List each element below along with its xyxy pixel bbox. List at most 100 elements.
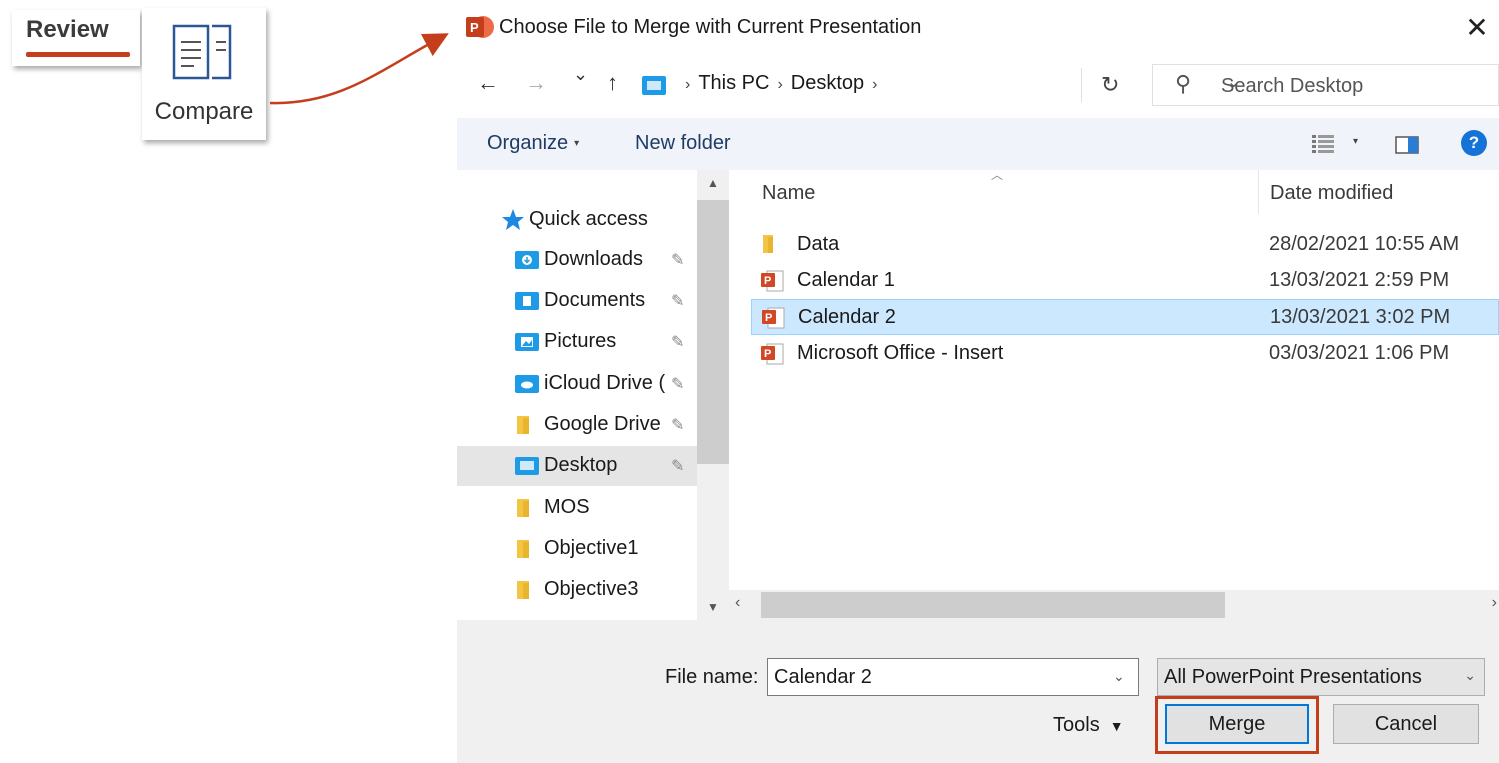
refresh-icon[interactable]: ↻ [1101, 72, 1119, 98]
forward-icon[interactable]: → [525, 70, 547, 96]
desktop-folder-icon [515, 457, 539, 475]
file-row-data[interactable]: Data 28/02/2021 10:55 AM [751, 227, 1499, 263]
back-icon[interactable]: ← [477, 70, 499, 96]
divider [1081, 68, 1082, 102]
nav-item-label: Quick access [529, 208, 648, 230]
scroll-left-icon[interactable]: ‹ [735, 594, 740, 612]
nav-item-label: Objective1 [544, 537, 639, 559]
file-row-microsoft-office-insert[interactable]: P Microsoft Office - Insert 03/03/2021 1… [751, 336, 1499, 372]
file-name: Microsoft Office - Insert [797, 342, 1004, 364]
column-headers: ︿ Name Date modified [729, 168, 1499, 218]
star-icon [502, 209, 524, 230]
compare-icon [172, 24, 232, 80]
nav-item-label: Documents [544, 289, 646, 311]
file-date: 03/03/2021 1:06 PM [1269, 342, 1450, 364]
breadcrumb-desktop[interactable]: Desktop [791, 72, 864, 94]
cancel-button[interactable]: Cancel [1333, 704, 1479, 744]
search-box[interactable]: ⚲ Search Desktop [1152, 64, 1499, 106]
desktop-folder-icon [642, 76, 666, 95]
file-list-horizontal-scrollbar[interactable]: ‹ › [729, 590, 1499, 620]
pin-icon[interactable]: ✎ [671, 415, 684, 435]
organize-menu[interactable]: Organize ▾ [487, 132, 579, 155]
folder-icon [517, 416, 529, 434]
nav-item-label: iCloud Drive ( [544, 372, 666, 394]
recent-locations-icon[interactable]: ⌄ [573, 64, 588, 85]
tools-menu[interactable]: Tools ▼ [1053, 714, 1124, 737]
nav-item-icloud-drive[interactable]: iCloud Drive ( ✎ [457, 364, 697, 404]
nav-item-objective3[interactable]: Objective3 [457, 570, 697, 610]
pin-icon[interactable]: ✎ [671, 250, 684, 270]
nav-item-label: MOS [544, 496, 590, 518]
dialog-footer: File name: ⌄ All PowerPoint Presentation… [457, 620, 1499, 763]
nav-item-label: Google Drive [544, 413, 661, 435]
chevron-down-icon: ⌄ [1464, 667, 1476, 683]
scrollbar-thumb[interactable] [697, 200, 729, 464]
file-name: Data [797, 233, 840, 255]
tools-label: Tools [1053, 714, 1100, 736]
powerpoint-file-icon: P [761, 343, 784, 365]
dialog-title: Choose File to Merge with Current Presen… [499, 16, 922, 38]
column-divider[interactable] [1258, 170, 1259, 214]
preview-pane-icon[interactable] [1395, 136, 1419, 154]
new-folder-button[interactable]: New folder [635, 132, 731, 155]
caret-down-icon: ▼ [1109, 718, 1124, 734]
nav-item-desktop[interactable]: Desktop ✎ [457, 446, 697, 486]
pin-icon[interactable]: ✎ [671, 332, 684, 352]
up-icon[interactable]: ↑ [607, 70, 618, 96]
command-bar: Organize ▾ New folder ▾ ? [457, 118, 1499, 170]
review-tab[interactable]: Review [12, 10, 140, 66]
breadcrumb-separator: › [872, 76, 878, 93]
pin-icon[interactable]: ✎ [671, 456, 684, 476]
svg-text:P: P [470, 20, 479, 35]
file-type-select[interactable]: All PowerPoint Presentations ⌄ [1157, 658, 1485, 696]
nav-item-google-drive[interactable]: Google Drive ✎ [457, 405, 697, 445]
nav-item-label: Pictures [544, 330, 617, 352]
icloud-folder-icon [515, 375, 539, 393]
scroll-down-icon[interactable]: ▼ [697, 600, 729, 614]
change-view-icon[interactable] [1312, 134, 1334, 154]
file-row-calendar-2[interactable]: P Calendar 2 13/03/2021 3:02 PM [751, 299, 1499, 335]
title-bar: P Choose File to Merge with Current Pres… [457, 0, 1499, 56]
nav-item-pictures[interactable]: Pictures ✎ [457, 322, 697, 362]
file-name-dropdown-icon[interactable]: ⌄ [1113, 668, 1125, 685]
breadcrumb-this-pc[interactable]: This PC [698, 72, 769, 94]
breadcrumb-separator: › [777, 76, 783, 93]
address-bar[interactable]: › This PC › Desktop › ⌄ [637, 66, 1240, 104]
svg-text:P: P [765, 312, 772, 324]
help-icon[interactable]: ? [1461, 130, 1487, 156]
nav-item-quick-access[interactable]: Quick access [457, 200, 697, 240]
pin-icon[interactable]: ✎ [671, 291, 684, 311]
review-tab-underline [26, 52, 130, 57]
nav-item-label: Desktop [544, 454, 618, 476]
caret-down-icon: ▾ [574, 138, 580, 150]
review-tab-label: Review [26, 16, 109, 43]
scroll-up-icon[interactable]: ▲ [697, 176, 729, 190]
powerpoint-file-icon: P [762, 307, 785, 329]
nav-item-objective1[interactable]: Objective1 [457, 529, 697, 569]
nav-item-downloads[interactable]: Downloads ✎ [457, 240, 697, 280]
organize-label: Organize [487, 132, 569, 154]
column-header-date-modified[interactable]: Date modified [1270, 182, 1393, 205]
file-name-input[interactable] [767, 658, 1139, 696]
scrollbar-thumb[interactable] [761, 592, 1225, 618]
sort-ascending-icon: ︿ [991, 168, 1004, 182]
compare-button[interactable]: Compare [142, 8, 266, 140]
navigation-bar: ← → ⌄ ↑ › This PC › Desktop › ⌄ ↻ ⚲ Search D… [457, 56, 1499, 112]
nav-item-documents[interactable]: Documents ✎ [457, 281, 697, 321]
view-options-caret-icon[interactable]: ▾ [1353, 136, 1358, 147]
scroll-right-icon[interactable]: › [1492, 594, 1497, 612]
file-row-calendar-1[interactable]: P Calendar 1 13/03/2021 2:59 PM [751, 263, 1499, 299]
documents-folder-icon [515, 292, 539, 310]
nav-item-label: Objective3 [544, 578, 639, 600]
folder-icon [763, 235, 773, 253]
column-header-name[interactable]: Name [762, 182, 815, 205]
close-icon[interactable]: ✕ [1459, 10, 1495, 46]
nav-item-mos[interactable]: MOS [457, 488, 697, 528]
svg-text:P: P [764, 348, 771, 360]
file-name: Calendar 1 [797, 269, 895, 291]
nav-pane-scrollbar[interactable]: ▲ ▼ [697, 170, 729, 620]
pin-icon[interactable]: ✎ [671, 374, 684, 394]
nav-item-label: Downloads [544, 248, 643, 270]
merge-button[interactable]: Merge [1165, 704, 1309, 744]
file-list: ︿ Name Date modified Data 28/02/2021 10:… [729, 168, 1499, 590]
